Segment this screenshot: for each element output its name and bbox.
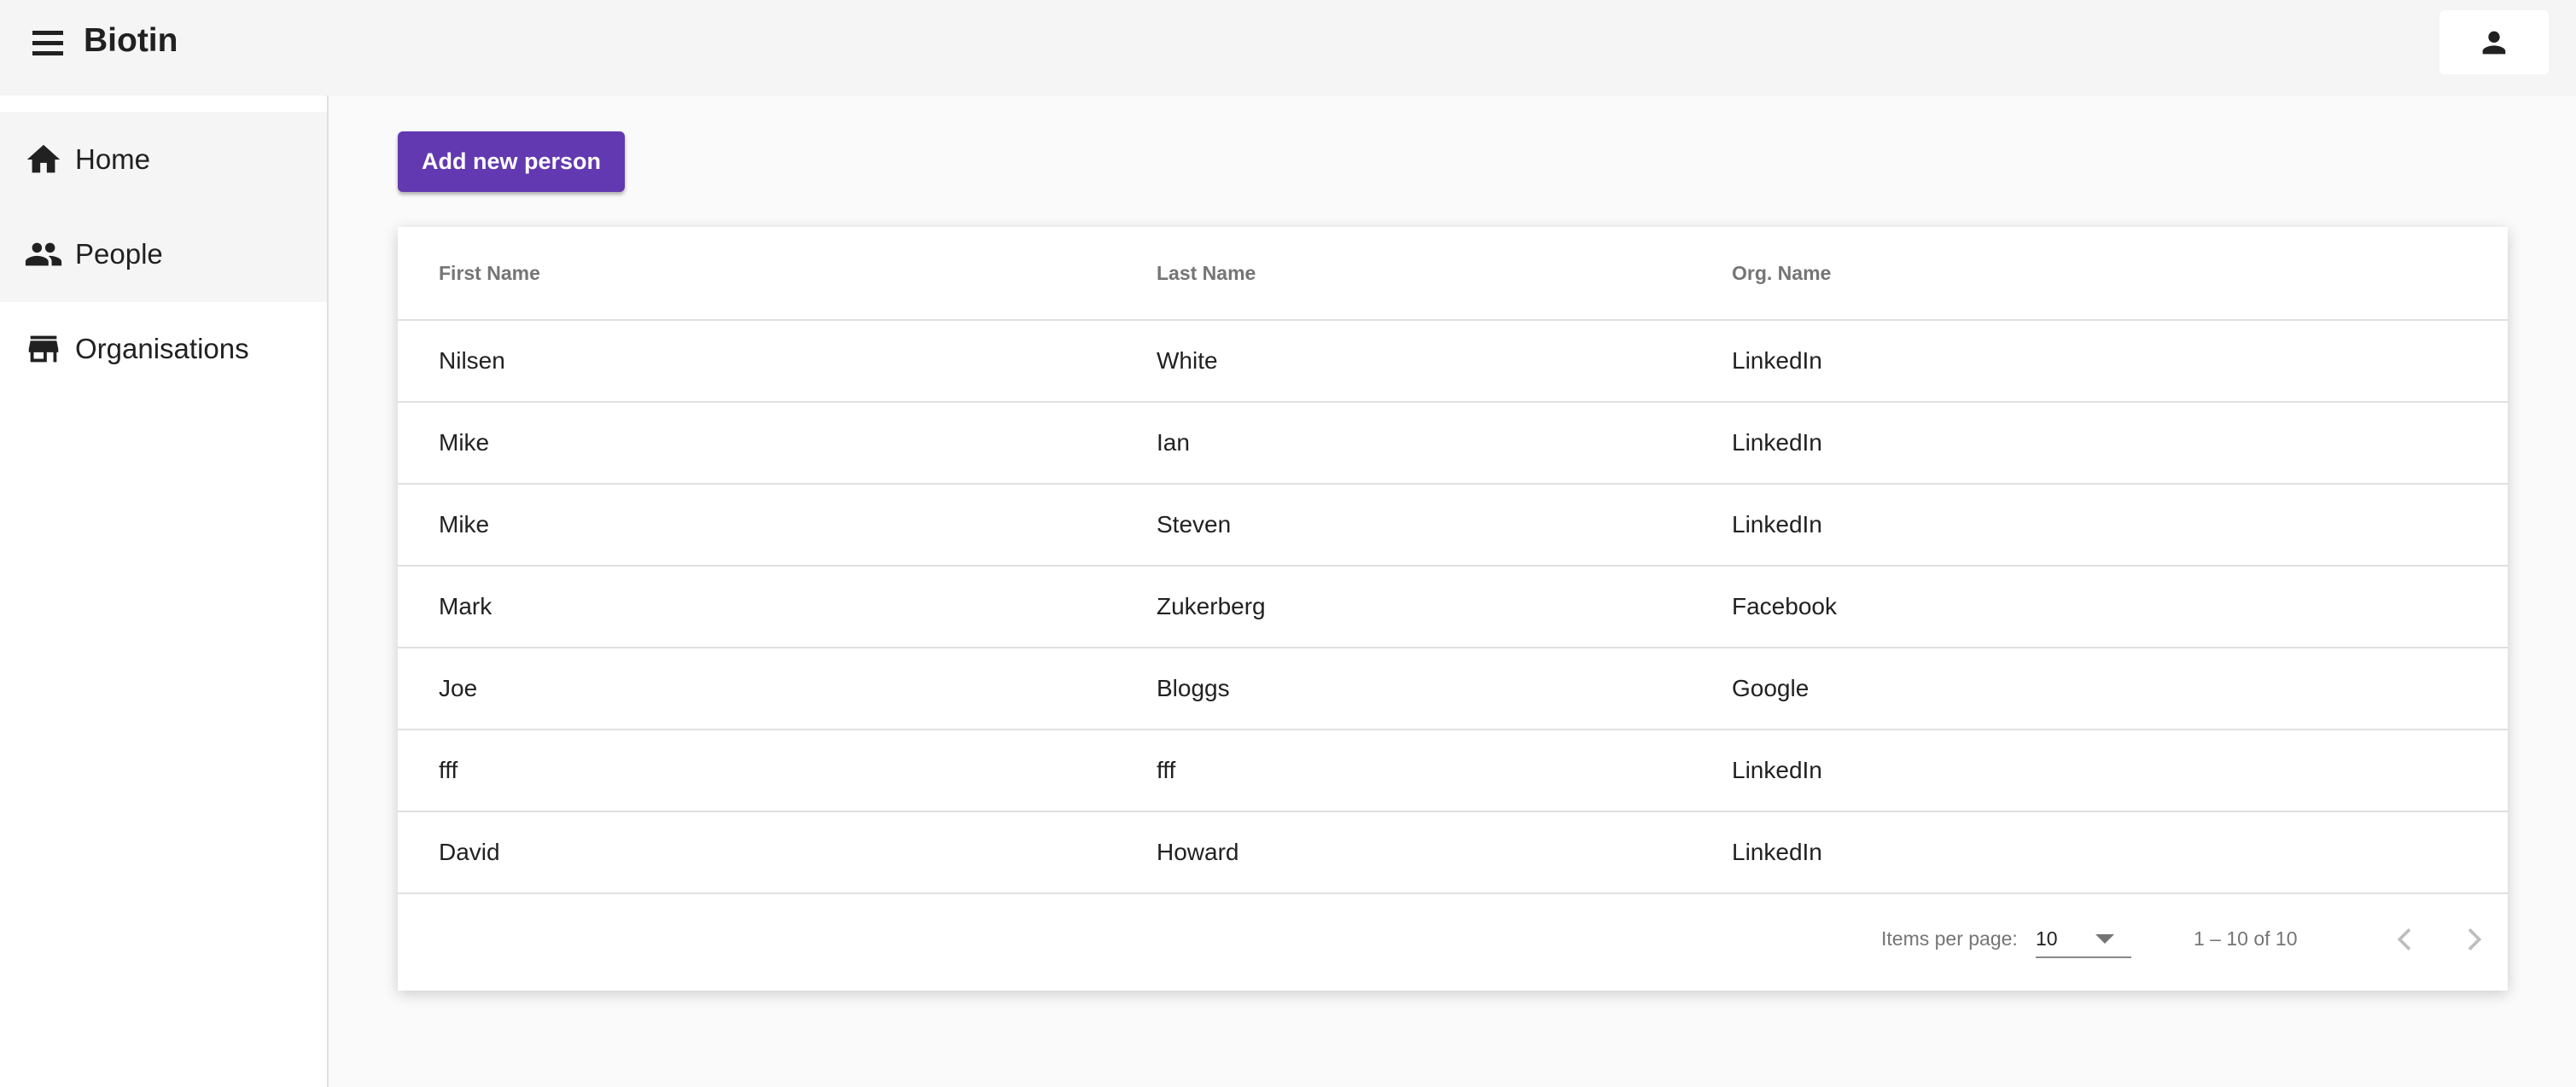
first-name-cell: Mike <box>439 511 490 538</box>
people-table: First Name Last Name Org. Name Nilsen Whi… <box>398 227 2508 991</box>
last-name-cell: Bloggs <box>1157 675 1230 701</box>
sidebar-item-organisations[interactable]: Organisations <box>0 301 327 397</box>
sidebar: Home People Organisations <box>0 96 329 1087</box>
store-icon <box>28 335 59 363</box>
first-name-cell: Mark <box>439 593 492 619</box>
next-page-icon[interactable] <box>2457 922 2491 956</box>
range-label: 1 – 10 of 10 <box>2194 927 2298 950</box>
org-name-cell: LinkedIn <box>1732 839 1822 865</box>
sidebar-item-home[interactable]: Home <box>0 112 327 207</box>
first-name-cell: Joe <box>439 675 478 701</box>
org-name-cell: LinkedIn <box>1732 429 1822 456</box>
last-name-cell: White <box>1157 347 1218 374</box>
first-name-cell: Mike <box>439 429 490 456</box>
org-name-cell: Facebook <box>1732 593 1837 619</box>
top-app-bar: Biotin <box>0 0 2576 96</box>
sidebar-item-label: Organisations <box>75 333 249 364</box>
table-row[interactable]: Mike Ian LinkedIn <box>398 403 2508 485</box>
last-name-cell: Howard <box>1157 839 1239 865</box>
last-name-cell: Zukerberg <box>1157 593 1266 619</box>
first-name-cell: Nilsen <box>439 347 505 374</box>
column-header-first-name[interactable]: First Name <box>439 227 540 319</box>
table-row[interactable]: fff fff LinkedIn <box>398 730 2508 812</box>
table-row[interactable]: Nilsen White LinkedIn <box>398 321 2508 403</box>
table-row[interactable]: Mark Zukerberg Facebook <box>398 567 2508 648</box>
table-header-row: First Name Last Name Org. Name <box>398 227 2508 321</box>
items-per-page-label: Items per page: <box>1881 927 2018 950</box>
last-name-cell: fff <box>1157 757 1176 783</box>
org-name-cell: LinkedIn <box>1732 511 1822 538</box>
person-icon <box>2482 31 2506 54</box>
dropdown-arrow-icon <box>2095 934 2114 944</box>
previous-page-icon[interactable] <box>2388 922 2422 956</box>
menu-icon[interactable] <box>32 31 67 58</box>
paginator: Items per page: 10 1 – 10 of 10 <box>398 897 2508 991</box>
last-name-cell: Steven <box>1157 511 1232 538</box>
table-row[interactable]: Mike Steven LinkedIn <box>398 485 2508 567</box>
first-name-cell: David <box>439 839 500 865</box>
table-row[interactable]: David Howard LinkedIn <box>398 812 2508 894</box>
page-size-select[interactable]: 10 <box>2036 922 2131 958</box>
home-icon <box>26 144 61 173</box>
account-button[interactable] <box>2439 10 2549 74</box>
column-header-org-name[interactable]: Org. Name <box>1732 227 1831 319</box>
add-new-person-button[interactable]: Add new person <box>398 131 625 192</box>
table-row[interactable]: Joe Bloggs Google <box>398 648 2508 730</box>
sidebar-item-people[interactable]: People <box>0 206 327 302</box>
org-name-cell: LinkedIn <box>1732 347 1822 374</box>
org-name-cell: Google <box>1732 675 1810 701</box>
people-icon <box>25 242 62 266</box>
last-name-cell: Ian <box>1157 429 1190 456</box>
column-header-last-name[interactable]: Last Name <box>1157 227 1256 319</box>
org-name-cell: LinkedIn <box>1732 757 1822 783</box>
sidebar-item-label: People <box>75 238 163 270</box>
first-name-cell: fff <box>439 757 458 783</box>
sidebar-item-label: Home <box>75 143 151 175</box>
app-title: Biotin <box>84 22 178 59</box>
page-size-value: 10 <box>2036 927 2058 950</box>
